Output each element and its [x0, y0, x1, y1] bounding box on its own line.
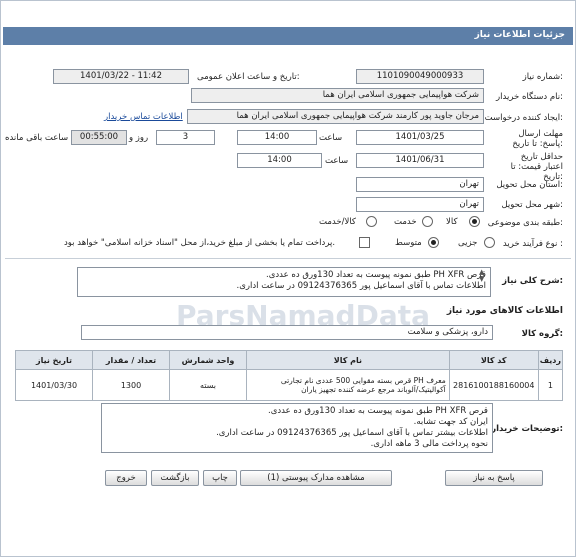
- province-field: تهران: [356, 177, 484, 192]
- table-row: 1401/03/30 1300 بسته معرف PH قرص بسته مق…: [15, 369, 564, 401]
- cell-name: معرف PH قرص بسته مقوایی 500 عددی نام تجا…: [246, 369, 450, 401]
- textarea-scroll-icon[interactable]: ▲ ▼: [479, 269, 484, 283]
- days-field: 3: [156, 130, 215, 145]
- description-line-1: قرص PH XFR طبق نمونه پیوست به تعداد 130و…: [266, 270, 486, 280]
- cell-index: 1: [537, 369, 564, 401]
- buyer-notes-line-1: قرص PH XFR طبق نمونه پیوست به تعداد 130و…: [268, 406, 488, 416]
- deadline-time-field: 14:00: [237, 130, 317, 145]
- province-label: استان محل تحویل:: [496, 180, 563, 190]
- title-bar: جزئیات اطلاعات نیاز: [3, 27, 573, 45]
- treasury-payment-note: پرداخت تمام یا بخشی از مبلغ خرید،از محل …: [64, 238, 336, 248]
- col-name: نام کالا: [246, 350, 450, 370]
- table-header-row: تاریخ نیاز تعداد / مقدار واحد شمارش نام …: [15, 350, 564, 370]
- exit-button[interactable]: خروج: [105, 470, 147, 486]
- treasury-payment-checkbox[interactable]: [359, 237, 370, 248]
- announce-label: تاریخ و ساعت اعلان عمومی:: [197, 72, 300, 82]
- goods-group-label: گروه کالا:: [521, 329, 563, 339]
- need-number-label: شماره نیاز:: [522, 72, 563, 82]
- buyer-contact-link[interactable]: اطلاعات تماس خریدار: [104, 112, 183, 122]
- description-label: شرح کلی نیاز:: [502, 276, 563, 286]
- days-label: روز و: [129, 133, 149, 143]
- category-both-radio[interactable]: [366, 216, 377, 227]
- page-frame: جزئیات اطلاعات نیاز ParsNamadData شماره …: [0, 0, 576, 557]
- goods-group-field: دارو، پزشکی و سلامت: [81, 325, 493, 340]
- col-unit: واحد شمارش: [169, 350, 247, 370]
- col-qty: تعداد / مقدار: [92, 350, 170, 370]
- description-textarea[interactable]: قرص PH XFR طبق نمونه پیوست به تعداد 130و…: [77, 267, 491, 297]
- category-goods-radio[interactable]: [469, 216, 480, 227]
- need-number-field: 1101090049000933: [356, 69, 484, 84]
- validity-time-field: 14:00: [237, 153, 322, 168]
- process-medium-radio[interactable]: [428, 237, 439, 248]
- goods-table: تاریخ نیاز تعداد / مقدار واحد شمارش نام …: [15, 350, 564, 401]
- category-service-radio[interactable]: [422, 216, 433, 227]
- cell-unit: بسته: [169, 369, 247, 401]
- category-goods-label: کالا: [446, 217, 458, 227]
- reply-button[interactable]: پاسخ به نیاز: [445, 470, 543, 486]
- creator-label: ایجاد کننده درخواست:: [484, 113, 563, 123]
- attachments-button[interactable]: مشاهده مدارک پیوستی (1): [240, 470, 392, 486]
- buyer-notes-line-4: نحوه پرداخت مالی 3 ماهه اداری.: [370, 439, 488, 449]
- goods-section-title: اطلاعات کالاهای مورد نیاز: [446, 306, 563, 316]
- city-field: تهران: [356, 197, 484, 212]
- deadline-label: مهلت ارسال پاسخ: تا تاریخ:: [512, 129, 563, 149]
- announce-field: 1401/03/22 - 11:42: [53, 69, 189, 84]
- col-index: ردیف: [537, 350, 564, 370]
- buyer-notes-textarea[interactable]: قرص PH XFR طبق نمونه پیوست به تعداد 130و…: [101, 403, 493, 453]
- validity-hour-label: ساعت: [325, 156, 349, 166]
- buyer-field: شرکت هواپیمایی جمهوری اسلامی ایران هما: [191, 88, 484, 103]
- city-label: شهر محل تحویل:: [501, 200, 563, 210]
- category-label: طبقه بندی موضوعی:: [487, 218, 563, 228]
- remaining-time-field: 00:55:00: [71, 130, 127, 145]
- category-both-label: کالا/خدمت: [319, 217, 356, 227]
- process-medium-label: متوسط: [395, 238, 422, 248]
- buyer-notes-label: توضیحات خریدار:: [491, 424, 563, 434]
- description-line-2: اطلاعات تماس با آقای اسماعیل پور 0912437…: [236, 281, 486, 291]
- back-button[interactable]: بازگشت: [151, 470, 199, 486]
- deadline-hour-label: ساعت: [319, 133, 343, 143]
- col-code: کد کالا: [448, 350, 539, 370]
- remaining-label: ساعت باقی مانده: [5, 133, 69, 143]
- process-label: نوع فرآیند خرید :: [502, 239, 563, 249]
- cell-code: 2816100188160004: [448, 369, 539, 401]
- category-service-label: خدمت: [394, 217, 417, 227]
- process-small-radio[interactable]: [484, 237, 495, 248]
- cell-qty: 1300: [92, 369, 170, 401]
- validity-label: حداقل تاریخ اعتبار قیمت: تا تاریخ:: [510, 152, 563, 182]
- col-date: تاریخ نیاز: [15, 350, 93, 370]
- cell-date: 1401/03/30: [15, 369, 93, 401]
- buyer-label: نام دستگاه خریدار:: [496, 92, 563, 102]
- print-button[interactable]: چاپ: [203, 470, 237, 486]
- buyer-notes-line-3: اطلاعات بیشتر تماس با آقای اسماعیل پور 0…: [216, 428, 488, 438]
- deadline-date-field: 1401/03/25: [356, 130, 484, 145]
- buyer-notes-line-2: ایران کد جهت تشابه.: [413, 417, 488, 427]
- validity-date-field: 1401/06/31: [356, 153, 484, 168]
- creator-field: مرجان جاوید پور کارمند شرکت هواپیمایی جم…: [187, 109, 484, 124]
- process-small-label: جزیی: [458, 238, 478, 248]
- page-title: جزئیات اطلاعات نیاز: [474, 30, 565, 40]
- divider: [5, 258, 571, 259]
